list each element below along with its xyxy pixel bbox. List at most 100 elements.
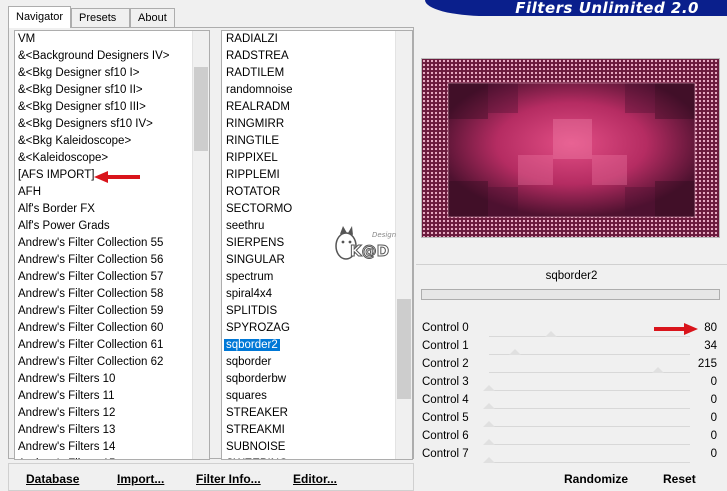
category-list-item-label: Andrew's Filters 12 [18,407,116,419]
control-track[interactable] [489,408,690,409]
filter-list-item[interactable]: SECTORMO [222,201,395,218]
category-list-item[interactable]: &<Background Designers IV> [15,48,192,65]
filter-list-item-label: randomnoise [226,84,293,96]
filter-list-item[interactable]: SUBNOISE [222,439,395,456]
category-list-item[interactable]: Andrew's Filter Collection 62 [15,354,192,371]
filter-list-item[interactable]: sqborderbw [222,371,395,388]
control-track[interactable] [489,336,690,337]
category-list-item[interactable]: Andrew's Filters 13 [15,422,192,439]
category-list-item[interactable]: Andrew's Filter Collection 59 [15,303,192,320]
category-scrollbar[interactable] [192,31,209,459]
filter-scroll-thumb[interactable] [397,299,411,399]
randomize-button[interactable]: Randomize [564,472,628,486]
control-thumb[interactable] [483,385,495,391]
filter-list-item[interactable]: RINGTILE [222,133,395,150]
tab-presets[interactable]: Presets [71,8,130,27]
filter-list-item[interactable]: sqborder2 [222,337,395,354]
category-list-item[interactable]: Andrew's Filters 12 [15,405,192,422]
filter-info-button[interactable]: Filter Info... [196,472,261,486]
editor-button[interactable]: Editor... [293,472,337,486]
filter-list-item-label: seethru [226,220,265,232]
control-track[interactable] [489,390,690,391]
category-list-item[interactable]: Andrew's Filter Collection 60 [15,320,192,337]
filter-list-item[interactable]: RIPPIXEL [222,150,395,167]
filter-list-item-label: STREAKMI [226,424,285,436]
category-scroll-thumb[interactable] [194,67,208,151]
control-value: 0 [710,394,717,406]
filter-list-item[interactable]: SWEEPING [222,456,395,459]
category-list-item[interactable]: &<Bkg Designer sf10 I> [15,65,192,82]
filter-list-item[interactable]: squares [222,388,395,405]
filter-list-item[interactable]: REALRADM [222,99,395,116]
control-thumb[interactable] [509,349,522,355]
filter-list-item[interactable]: sqborder [222,354,395,371]
filter-list-item[interactable]: RADIALZI [222,31,395,48]
category-list-item[interactable]: &<Bkg Designer sf10 II> [15,82,192,99]
category-list-item[interactable]: Andrew's Filters 11 [15,388,192,405]
category-list-item-label: Andrew's Filter Collection 61 [18,339,164,351]
control-slider-5[interactable]: Control 5 0 [421,411,720,429]
category-list-item[interactable]: Andrew's Filter Collection 56 [15,252,192,269]
control-track[interactable] [489,462,690,463]
control-thumb[interactable] [483,457,495,463]
control-thumb[interactable] [545,331,558,337]
filter-list-item[interactable]: spectrum [222,269,395,286]
control-slider-6[interactable]: Control 6 0 [421,429,720,447]
filter-list-item-label: sqborder2 [223,338,281,352]
filter-list-item[interactable]: RADSTREA [222,48,395,65]
control-thumb[interactable] [651,367,664,373]
category-list-item[interactable]: Andrew's Filter Collection 57 [15,269,192,286]
control-track[interactable] [489,444,690,445]
filter-list-item[interactable]: SPYROZAG [222,320,395,337]
category-list-item-label: &<Background Designers IV> [18,50,170,62]
control-value: 0 [710,430,717,442]
category-list-item-label: Alf's Border FX [18,203,95,215]
filter-list-item-label: RINGMIRR [226,118,285,130]
category-list-item[interactable]: Andrew's Filters 10 [15,371,192,388]
category-list-item[interactable]: Andrew's Filters 14 [15,439,192,456]
category-list-item-label: Andrew's Filters 15 [18,458,115,459]
category-list-item[interactable]: Andrew's Filter Collection 55 [15,235,192,252]
control-value: 215 [697,358,717,370]
category-list-item[interactable]: Alf's Power Grads [15,218,192,235]
reset-button[interactable]: Reset [663,472,696,486]
control-slider-1[interactable]: Control 1 34 [421,339,720,357]
tab-navigator[interactable]: Navigator [8,6,71,28]
control-slider-3[interactable]: Control 3 0 [421,375,720,393]
category-list-item[interactable]: Andrew's Filters 15 [15,456,192,459]
control-thumb[interactable] [483,403,495,409]
filter-list-item[interactable]: randomnoise [222,82,395,99]
watermark-tagline: Design [372,231,396,239]
tab-about[interactable]: About [130,8,175,27]
control-track[interactable] [489,426,690,427]
filter-list-item[interactable]: SPLITDIS [222,303,395,320]
filter-list-item[interactable]: STREAKMI [222,422,395,439]
filter-list-item-label: STREAKER [226,407,288,419]
category-list-item[interactable]: &<Bkg Designers sf10 IV> [15,116,192,133]
category-list-item[interactable]: &<Kaleidoscope> [15,150,192,167]
control-slider-7[interactable]: Control 7 0 [421,447,720,465]
import-button[interactable]: Import... [117,472,164,486]
filter-list-item[interactable]: ROTATOR [222,184,395,201]
category-list-item[interactable]: VM [15,31,192,48]
control-thumb[interactable] [483,421,495,427]
database-button[interactable]: Database [26,472,79,486]
control-thumb[interactable] [483,439,495,445]
category-list-item[interactable]: &<Bkg Designer sf10 III> [15,99,192,116]
filter-list-item-label: sqborderbw [226,373,287,385]
category-list-item[interactable]: AFH [15,184,192,201]
control-slider-2[interactable]: Control 2 215 [421,357,720,375]
filter-list-item[interactable]: RINGMIRR [222,116,395,133]
app-banner: Filters Unlimited 2.0 [425,0,727,17]
filter-list-item[interactable]: RIPPLEMI [222,167,395,184]
category-list-item[interactable]: Alf's Border FX [15,201,192,218]
filter-list-item[interactable]: RADTILEM [222,65,395,82]
filter-list-item[interactable]: STREAKER [222,405,395,422]
category-list-item[interactable]: Andrew's Filter Collection 61 [15,337,192,354]
tab-strip: Navigator Presets About [8,6,408,28]
category-list-item[interactable]: &<Bkg Kaleidoscope> [15,133,192,150]
control-slider-4[interactable]: Control 4 0 [421,393,720,411]
filter-list-item[interactable]: spiral4x4 [222,286,395,303]
category-list[interactable]: VM &<Background Designers IV> &<Bkg Design… [14,30,210,460]
category-list-item[interactable]: Andrew's Filter Collection 58 [15,286,192,303]
